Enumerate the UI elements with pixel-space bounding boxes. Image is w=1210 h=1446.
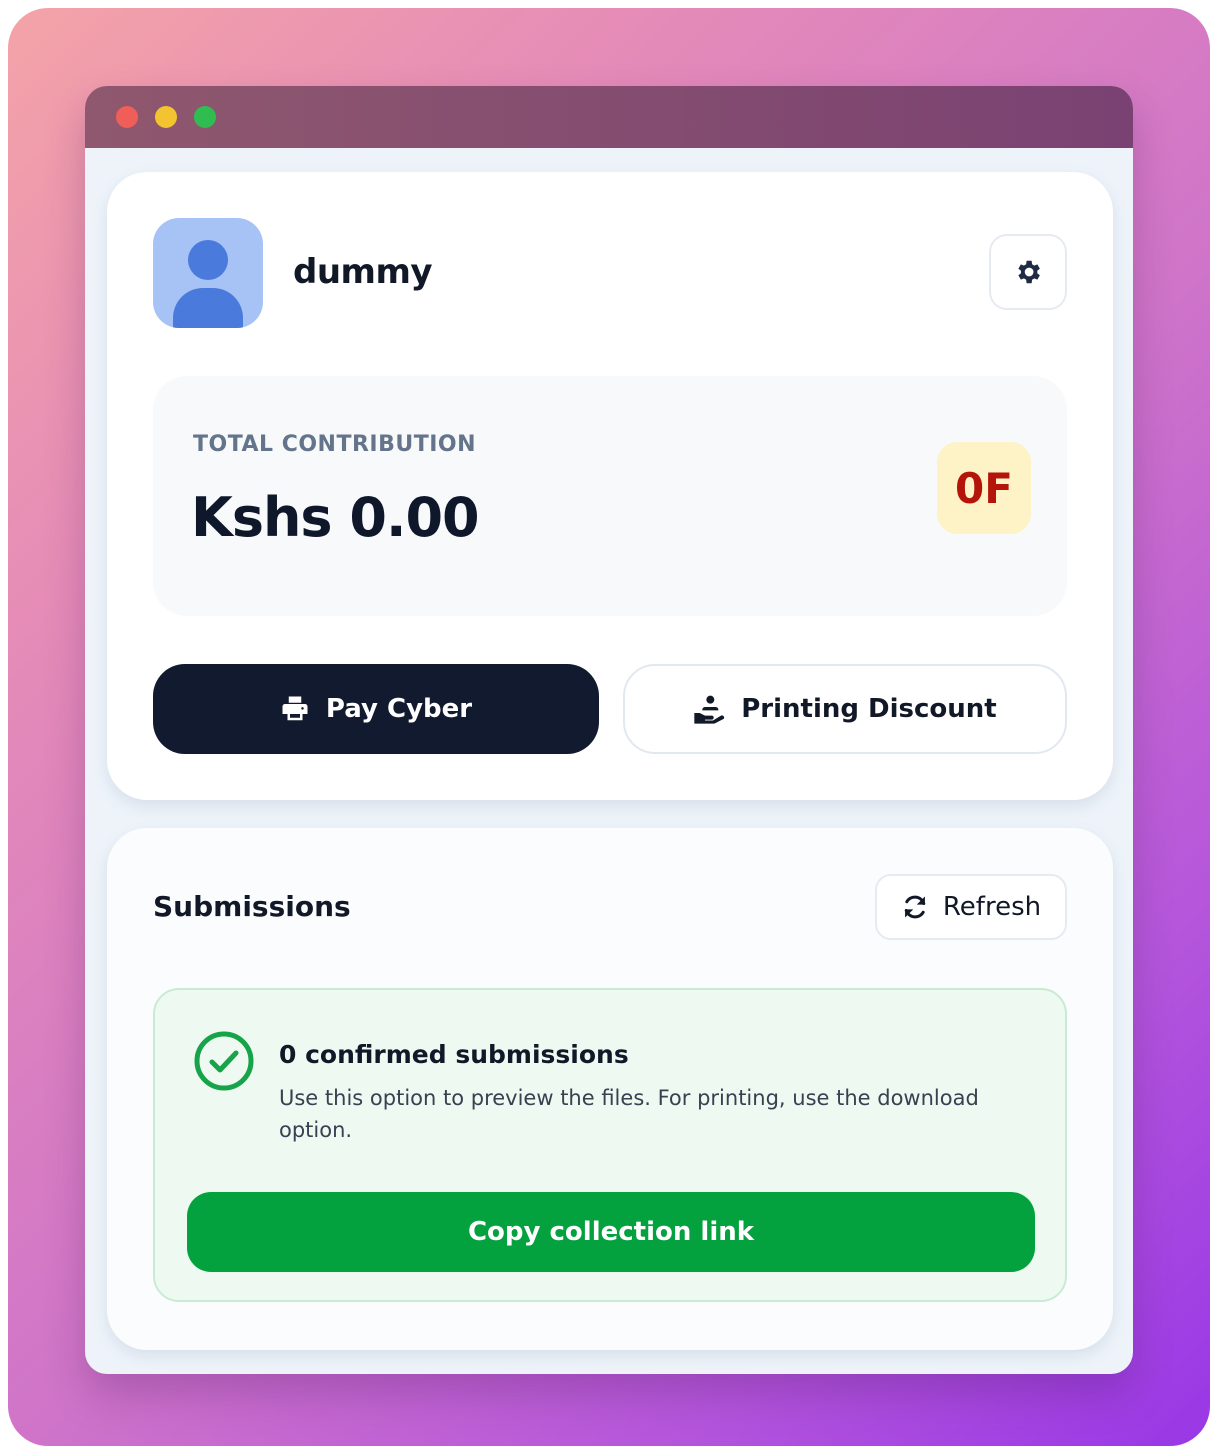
printing-discount-label: Printing Discount (741, 694, 997, 724)
hand-holding-user-icon (694, 695, 725, 724)
close-window-button[interactable] (116, 106, 138, 128)
check-circle-icon (194, 1031, 254, 1091)
pay-cyber-button[interactable]: Pay Cyber (153, 664, 599, 754)
refresh-button[interactable]: Refresh (875, 874, 1067, 940)
app-window: dummy TOTAL CONTRIBUTION Kshs 0.00 0F Pa… (85, 86, 1133, 1374)
copy-collection-link-button[interactable]: Copy collection link (187, 1192, 1035, 1272)
submissions-status-panel: 0 confirmed submissions Use this option … (153, 988, 1067, 1302)
window-titlebar (85, 86, 1133, 148)
confirmed-submissions-count: 0 confirmed submissions (279, 1040, 629, 1069)
contribution-badge: 0F (937, 442, 1031, 534)
printer-icon (282, 696, 308, 721)
maximize-window-button[interactable] (194, 106, 216, 128)
contribution-amount: Kshs 0.00 (191, 486, 480, 549)
refresh-label: Refresh (942, 892, 1042, 922)
submissions-title: Submissions (153, 890, 351, 923)
minimize-window-button[interactable] (155, 106, 177, 128)
profile-card: dummy TOTAL CONTRIBUTION Kshs 0.00 0F Pa… (107, 172, 1113, 800)
refresh-icon (904, 895, 926, 919)
settings-button[interactable] (989, 234, 1067, 310)
contribution-panel: TOTAL CONTRIBUTION Kshs 0.00 0F (153, 376, 1067, 616)
contribution-label: TOTAL CONTRIBUTION (193, 432, 477, 457)
username: dummy (293, 252, 433, 292)
pay-cyber-label: Pay Cyber (325, 694, 473, 724)
submissions-description: Use this option to preview the files. Fo… (279, 1086, 979, 1142)
submissions-card: Submissions Refresh 0 confirmed submissi… (107, 828, 1113, 1350)
user-avatar-icon (153, 218, 263, 328)
gear-icon (1018, 260, 1040, 284)
printing-discount-button[interactable]: Printing Discount (623, 664, 1067, 754)
